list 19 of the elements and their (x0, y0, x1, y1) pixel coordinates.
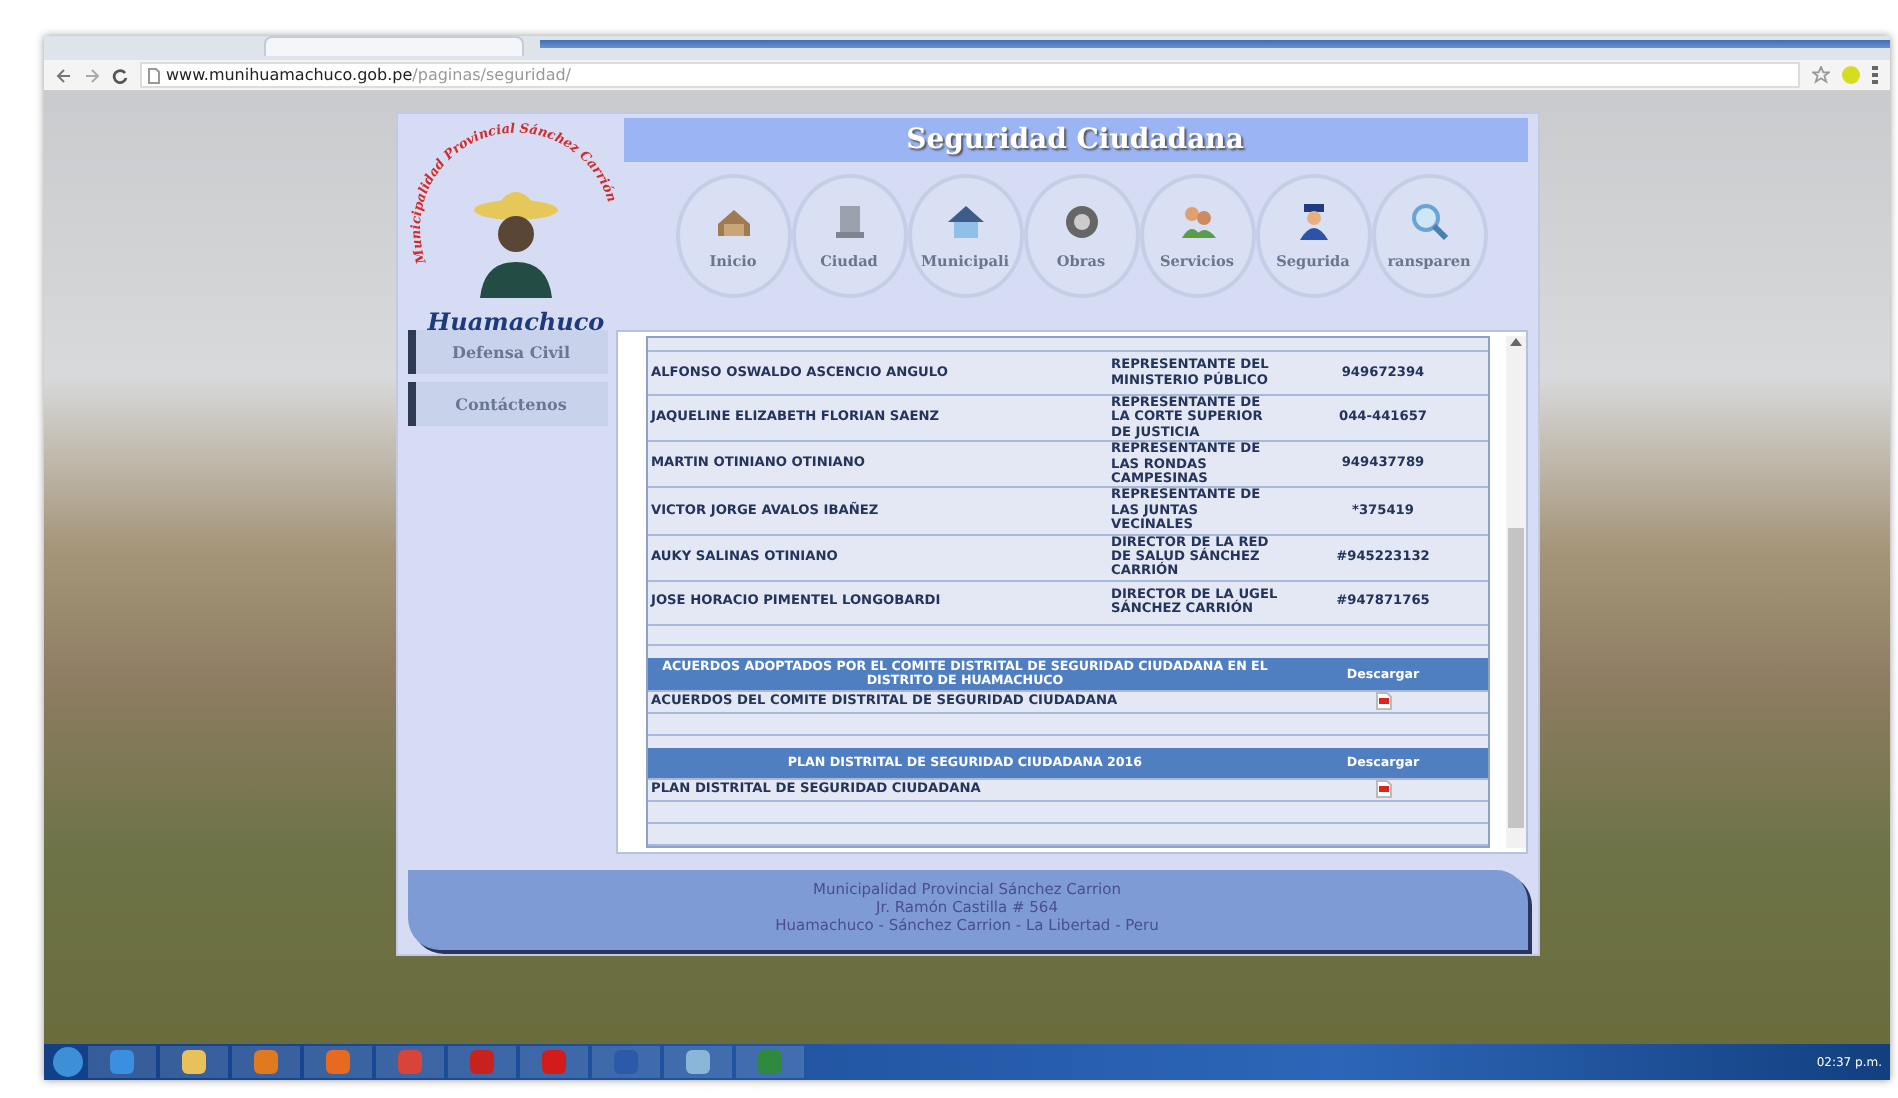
pdf-icon[interactable] (1375, 780, 1391, 799)
sidebar-item[interactable]: Contáctenos (407, 382, 607, 426)
extension-icon[interactable] (1842, 66, 1860, 84)
forward-icon[interactable] (84, 67, 100, 83)
scrollbar-thumb[interactable] (1507, 528, 1523, 828)
reload-icon[interactable] (112, 67, 128, 83)
url-text: www.munihuamachuco.gob.pe/paginas/seguridad/ (166, 63, 571, 87)
back-icon[interactable] (56, 67, 72, 83)
scroll-up-icon[interactable] (1509, 336, 1521, 348)
page-icon (148, 67, 160, 83)
star-icon[interactable] (1812, 66, 1830, 84)
start-icon[interactable] (52, 1046, 84, 1078)
menu-icon[interactable] (1872, 66, 1878, 84)
scrollbar[interactable] (1505, 336, 1525, 848)
page-title: Seguridad Ciudadana (623, 118, 1527, 162)
search-icon (1407, 199, 1451, 244)
url-field[interactable]: www.munihuamachuco.gob.pe/paginas/seguridad/ (140, 62, 1800, 88)
sidebar-item[interactable]: Defensa Civil (407, 330, 607, 374)
pdf-icon[interactable] (1375, 691, 1391, 710)
